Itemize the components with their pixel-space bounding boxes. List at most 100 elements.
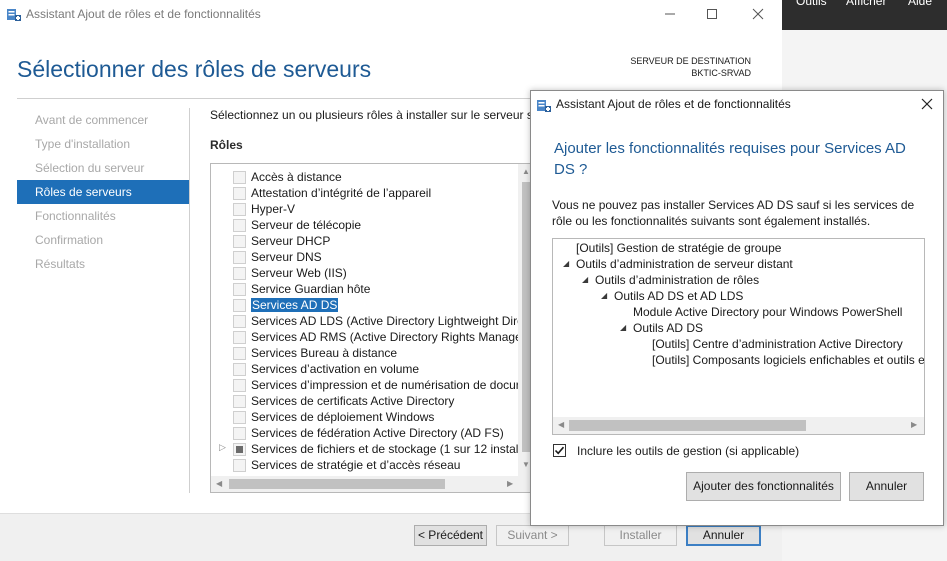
collapse-arrow-icon[interactable]: ◢ [620,323,626,332]
role-label: Services de fédération Active Directory … [251,426,504,440]
scroll-left-icon[interactable]: ◀ [558,420,564,429]
feature-tree-label: Outils d’administration de serveur dista… [576,257,793,271]
role-row[interactable]: Services de fédération Active Directory … [211,425,521,441]
server-manager-menu-bar: Outils Afficher Aide [782,0,947,30]
role-row[interactable]: Services d’activation en volume [211,361,521,377]
dialog-close-button[interactable] [917,94,937,114]
nav-step-confirmation[interactable]: Confirmation [17,228,189,252]
nav-step-installation-type[interactable]: Type d'installation [17,132,189,156]
expand-arrow-icon[interactable]: ▷ [219,442,226,453]
roles-tree-list[interactable]: Accès à distance Attestation d’intégrité … [210,163,535,493]
checkmark-icon [554,446,565,455]
role-row[interactable]: Serveur DHCP [211,233,521,249]
scroll-left-icon[interactable]: ◀ [216,479,222,488]
role-row[interactable]: Services de certificats Active Directory [211,393,521,409]
role-checkbox[interactable] [233,187,246,200]
minimize-button[interactable] [647,0,693,28]
close-icon [752,8,764,20]
role-label: Service Guardian hôte [251,282,371,296]
role-row[interactable]: ▷ Services de fichiers et de stockage (1 … [211,441,528,457]
maximize-button[interactable] [689,0,735,28]
wizard-step-nav: Avant de commencer Type d'installation S… [17,108,189,276]
role-row[interactable]: Service Guardian hôte [211,281,521,297]
role-row[interactable]: Services d’impression et de numérisation… [211,377,521,393]
dialog-heading: Ajouter les fonctionnalités requises pou… [554,140,906,178]
cancel-button[interactable]: Annuler [686,525,761,546]
role-checkbox[interactable] [233,395,246,408]
role-row[interactable]: Serveur DNS [211,249,521,265]
role-label: Serveur DHCP [251,234,331,248]
menu-help[interactable]: Aide [908,0,932,8]
role-checkbox[interactable] [233,379,246,392]
include-management-tools-checkbox[interactable] [553,444,566,457]
role-checkbox[interactable] [233,299,246,312]
scroll-right-icon[interactable]: ▶ [507,479,513,488]
role-row[interactable]: Services de déploiement Windows [211,409,521,425]
role-row[interactable]: Services AD LDS (Active Directory Lightw… [211,313,524,329]
role-label: Services de stratégie et d’accès réseau [251,458,461,472]
roles-horizontal-scrollbar[interactable]: ◀ ▶ [211,476,534,492]
role-label: Serveur Web (IIS) [251,266,347,280]
role-row[interactable]: Services Bureau à distance [211,345,521,361]
role-checkbox[interactable] [233,315,246,328]
role-checkbox[interactable] [233,219,246,232]
scroll-up-icon[interactable]: ▲ [522,167,530,176]
role-row[interactable]: Accès à distance [211,169,521,185]
role-row[interactable]: Attestation d’intégrité de l’appareil [211,185,521,201]
install-button[interactable]: Installer [604,525,677,546]
role-row[interactable]: Hyper-V [211,201,521,217]
tree-horizontal-scroll-thumb[interactable] [569,420,806,431]
role-checkbox[interactable] [233,427,246,440]
dialog-description: Vous ne pouvez pas installer Services AD… [552,198,915,228]
server-manager-app-icon [6,6,22,22]
role-row[interactable]: Services de stratégie et d’accès réseau [211,457,521,473]
previous-button[interactable]: < Précédent [414,525,487,546]
add-features-button[interactable]: Ajouter des fonctionnalités [686,472,841,501]
feature-tree-label: [Outils] Gestion de stratégie de groupe [576,241,782,255]
role-label: Services de fichiers et de stockage (1 s… [251,442,528,456]
role-checkbox[interactable] [233,459,246,472]
role-label: Attestation d’intégrité de l’appareil [251,186,432,200]
role-checkbox[interactable] [233,331,246,344]
role-row[interactable]: Serveur Web (IIS) [211,265,521,281]
role-label: Hyper-V [251,202,296,216]
required-features-tree[interactable]: [Outils] Gestion de stratégie de groupe ◢… [552,238,925,435]
tree-horizontal-scrollbar[interactable]: ◀ ▶ [553,417,924,434]
role-checkbox[interactable] [233,203,246,216]
menu-tools[interactable]: Outils [796,0,827,8]
nav-step-features[interactable]: Fonctionnalités [17,204,189,228]
nav-step-results[interactable]: Résultats [17,252,189,276]
role-checkbox[interactable] [233,235,246,248]
close-button[interactable] [735,0,781,28]
menu-view[interactable]: Afficher [846,0,886,8]
role-checkbox[interactable] [233,171,246,184]
roles-horizontal-scroll-thumb[interactable] [229,479,445,489]
collapse-arrow-icon[interactable]: ◢ [563,259,569,268]
main-title-bar[interactable]: Assistant Ajout de rôles et de fonctionn… [0,0,782,28]
dialog-cancel-button[interactable]: Annuler [849,472,924,501]
feature-tree-label: Module Active Directory pour Windows Pow… [633,305,903,319]
role-checkbox[interactable] [233,251,246,264]
next-button[interactable]: Suivant > [496,525,569,546]
role-checkbox[interactable] [233,363,246,376]
scroll-down-icon[interactable]: ▼ [522,460,530,469]
role-row[interactable]: Services AD RMS (Active Directory Rights… [211,329,526,345]
minimize-icon [665,13,675,15]
role-checkbox[interactable] [233,283,246,296]
role-checkbox[interactable] [233,443,246,456]
collapse-arrow-icon[interactable]: ◢ [601,291,607,300]
collapse-arrow-icon[interactable]: ◢ [582,275,588,284]
role-checkbox[interactable] [233,347,246,360]
role-label: Services d’impression et de numérisation… [251,378,520,392]
nav-step-server-roles[interactable]: Rôles de serveurs [17,180,189,204]
nav-step-server-selection[interactable]: Sélection du serveur [17,156,189,180]
close-icon [921,98,933,110]
feature-tree-label: Outils AD DS [633,321,704,335]
scroll-right-icon[interactable]: ▶ [911,420,917,429]
role-row[interactable]: Services AD DS [211,297,521,313]
nav-step-before-you-begin[interactable]: Avant de commencer [17,108,189,132]
role-checkbox[interactable] [233,411,246,424]
role-row[interactable]: Serveur de télécopie [211,217,521,233]
role-label: Services AD RMS (Active Directory Rights… [251,330,526,344]
role-checkbox[interactable] [233,267,246,280]
